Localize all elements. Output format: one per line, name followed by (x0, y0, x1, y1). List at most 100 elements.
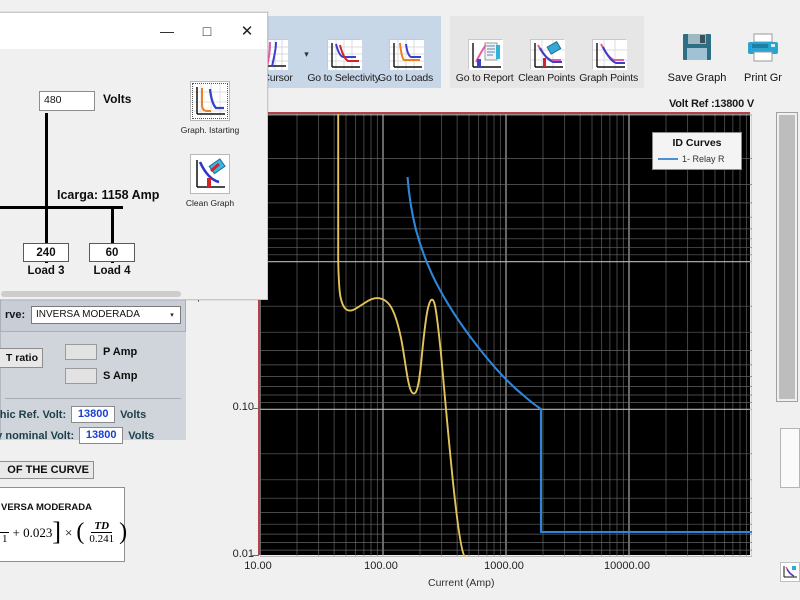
chevron-down-icon: ▾ (170, 312, 174, 319)
graphic-ref-volt-label: phic Ref. Volt: (0, 408, 67, 421)
formula-expression: 1 + 0.023 ] × ( TD 0.241 ) (0, 517, 128, 547)
formula-paren-close: ) (119, 519, 128, 545)
legend-entry: 1- Relay R (658, 154, 736, 164)
floppy-disk-icon (680, 31, 714, 68)
x-tick-3: 1000.00 (484, 560, 524, 572)
close-button[interactable]: ✕ (227, 13, 267, 49)
minimize-button[interactable]: — (147, 13, 187, 49)
panel-divider (5, 398, 181, 399)
application-window: Off Cursor ▾ Go to Selectivity Go to Loa… (0, 0, 800, 600)
report-icon (467, 39, 503, 70)
dialog-scroll-thumb[interactable] (1, 291, 181, 297)
maximize-button[interactable]: □ (187, 13, 227, 49)
volt-ref-text: Volt Ref :13800 V (668, 98, 754, 110)
relay-nominal-volt-field[interactable]: 13800 (79, 427, 124, 444)
ct-and-volt-panel: T ratio P Amp S Amp phic Ref. Volt: 1380… (0, 332, 186, 444)
series-starting-curve (337, 114, 466, 557)
curve-selector-band: rve: INVERSA MODERADA ▾ (0, 296, 186, 332)
loads-dialog-window: — □ ✕ 480 Volts Icarga: 1158 Amp 78 d 2 … (0, 12, 268, 300)
load-label-4: Load 4 (93, 265, 131, 277)
formula-td-fraction: TD 0.241 (86, 520, 117, 545)
right-side-scroll-panel[interactable] (776, 112, 798, 402)
graph-istarting-icon (190, 81, 230, 121)
relay-nominal-volt-unit: Volts (128, 429, 155, 442)
dialog-title-bar[interactable]: — □ ✕ (0, 13, 267, 49)
graphic-ref-volt-row: phic Ref. Volt: 13800 Volts (0, 406, 146, 423)
clean-points-label: Clean Points (518, 72, 576, 84)
p-amp-label: P Amp (103, 346, 138, 358)
volts-input[interactable]: 480 (39, 91, 95, 111)
tree-bus (0, 206, 123, 209)
formula-inner-num (0, 520, 10, 534)
graph-points-label: Graph Points (579, 72, 639, 84)
print-graph-button[interactable]: Print Gr (730, 31, 796, 86)
curve-section-title[interactable]: OF THE CURVE (0, 461, 94, 479)
clean-graph-icon (190, 154, 230, 194)
formula-bracket-close: ] (52, 517, 62, 547)
printer-icon (746, 31, 780, 68)
save-graph-label: Save Graph (667, 72, 727, 84)
go-to-loads-button[interactable]: Go to Loads (375, 39, 437, 86)
grid-minor-vertical (296, 114, 747, 557)
s-amp-row: S Amp (65, 368, 137, 384)
clean-points-button[interactable]: Clean Points (516, 39, 578, 86)
print-mini-button[interactable] (780, 562, 800, 582)
legend-swatch (658, 158, 678, 160)
y-tickmark-2 (252, 408, 259, 409)
x-tick-4: 10000.00 (604, 560, 650, 572)
s-amp-field[interactable] (65, 368, 97, 384)
formula-curve-name: VERSA MODERADA (1, 502, 92, 513)
p-amp-field[interactable] (65, 344, 97, 360)
curve-caption: rve: (5, 309, 26, 321)
x-tick-1: 10.00 (244, 560, 272, 572)
go-to-report-label: Go to Report (455, 72, 514, 84)
curve-loads-icon (388, 39, 424, 70)
legend-entry-label: 1- Relay R (682, 154, 725, 164)
p-amp-row: P Amp (65, 344, 137, 360)
dialog-horizontal-scrollbar[interactable] (0, 289, 267, 299)
toolbar-group-reports: Go to Report Clean Points Graph Points (449, 16, 644, 88)
chevron-down-icon: ▾ (304, 49, 309, 59)
x-tick-2: 100.00 (364, 560, 398, 572)
formula-times: × (65, 524, 73, 540)
clean-graph-label: Clean Graph (185, 198, 235, 208)
dialog-body: 480 Volts Icarga: 1158 Amp 78 d 2 240 Lo… (0, 49, 267, 299)
go-to-selectivity-label: Go to Selectivity (307, 72, 380, 84)
tree-trunk (45, 113, 48, 208)
legend-title: ID Curves (672, 137, 722, 149)
go-to-loads-label: Go to Loads (378, 72, 434, 84)
clean-graph-button[interactable]: Clean Graph (185, 154, 235, 208)
graphic-ref-volt-field[interactable]: 13800 (71, 406, 116, 423)
graph-istarting-label: Graph. Istarting (180, 125, 240, 135)
graph-istarting-button[interactable]: Graph. Istarting (181, 81, 239, 135)
print-graph-label: Print Gr (744, 72, 782, 84)
x-axis-label: Current (Amp) (428, 577, 495, 589)
y-tick-2: 0.10 (232, 401, 254, 413)
right-side-box[interactable] (780, 428, 800, 488)
curve-type-dropdown[interactable]: INVERSA MODERADA ▾ (31, 306, 181, 324)
ct-ratio-button[interactable]: T ratio (0, 348, 43, 368)
chart-area: Volt Ref :13800 V ID Curves 1- Relay R 0… (186, 98, 776, 589)
y-tickmark-3 (252, 555, 259, 556)
load-label-3: Load 3 (27, 265, 65, 277)
icarga-text: Icarga: 1158 Amp (57, 188, 160, 202)
graphic-ref-volt-unit: Volts (120, 408, 147, 421)
relay-nominal-volt-row: lay nominal Volt: 13800 Volts (0, 427, 154, 444)
curve-selectivity-icon (326, 39, 362, 70)
save-graph-button[interactable]: Save Graph (664, 31, 730, 86)
right-scroll-thumb[interactable] (779, 115, 795, 399)
go-to-report-button[interactable]: Go to Report (454, 39, 516, 86)
go-to-selectivity-button[interactable]: Go to Selectivity (307, 39, 380, 86)
s-amp-label: S Amp (103, 370, 138, 382)
formula-td-den: 0.241 (89, 533, 115, 546)
graph-points-button[interactable]: Graph Points (578, 39, 640, 86)
plot-canvas[interactable]: ID Curves 1- Relay R (258, 112, 752, 557)
formula-paren-open: ( (76, 519, 85, 545)
formula-inner-fraction: 1 (0, 520, 11, 545)
curve-type-value: INVERSA MODERADA (36, 309, 140, 320)
graph-points-icon (591, 39, 627, 70)
load-value-3[interactable]: 240 (23, 243, 69, 262)
formula-td-num: TD (91, 520, 113, 534)
y-tick-3: 0.01 (232, 548, 254, 560)
load-value-4[interactable]: 60 (89, 243, 135, 262)
